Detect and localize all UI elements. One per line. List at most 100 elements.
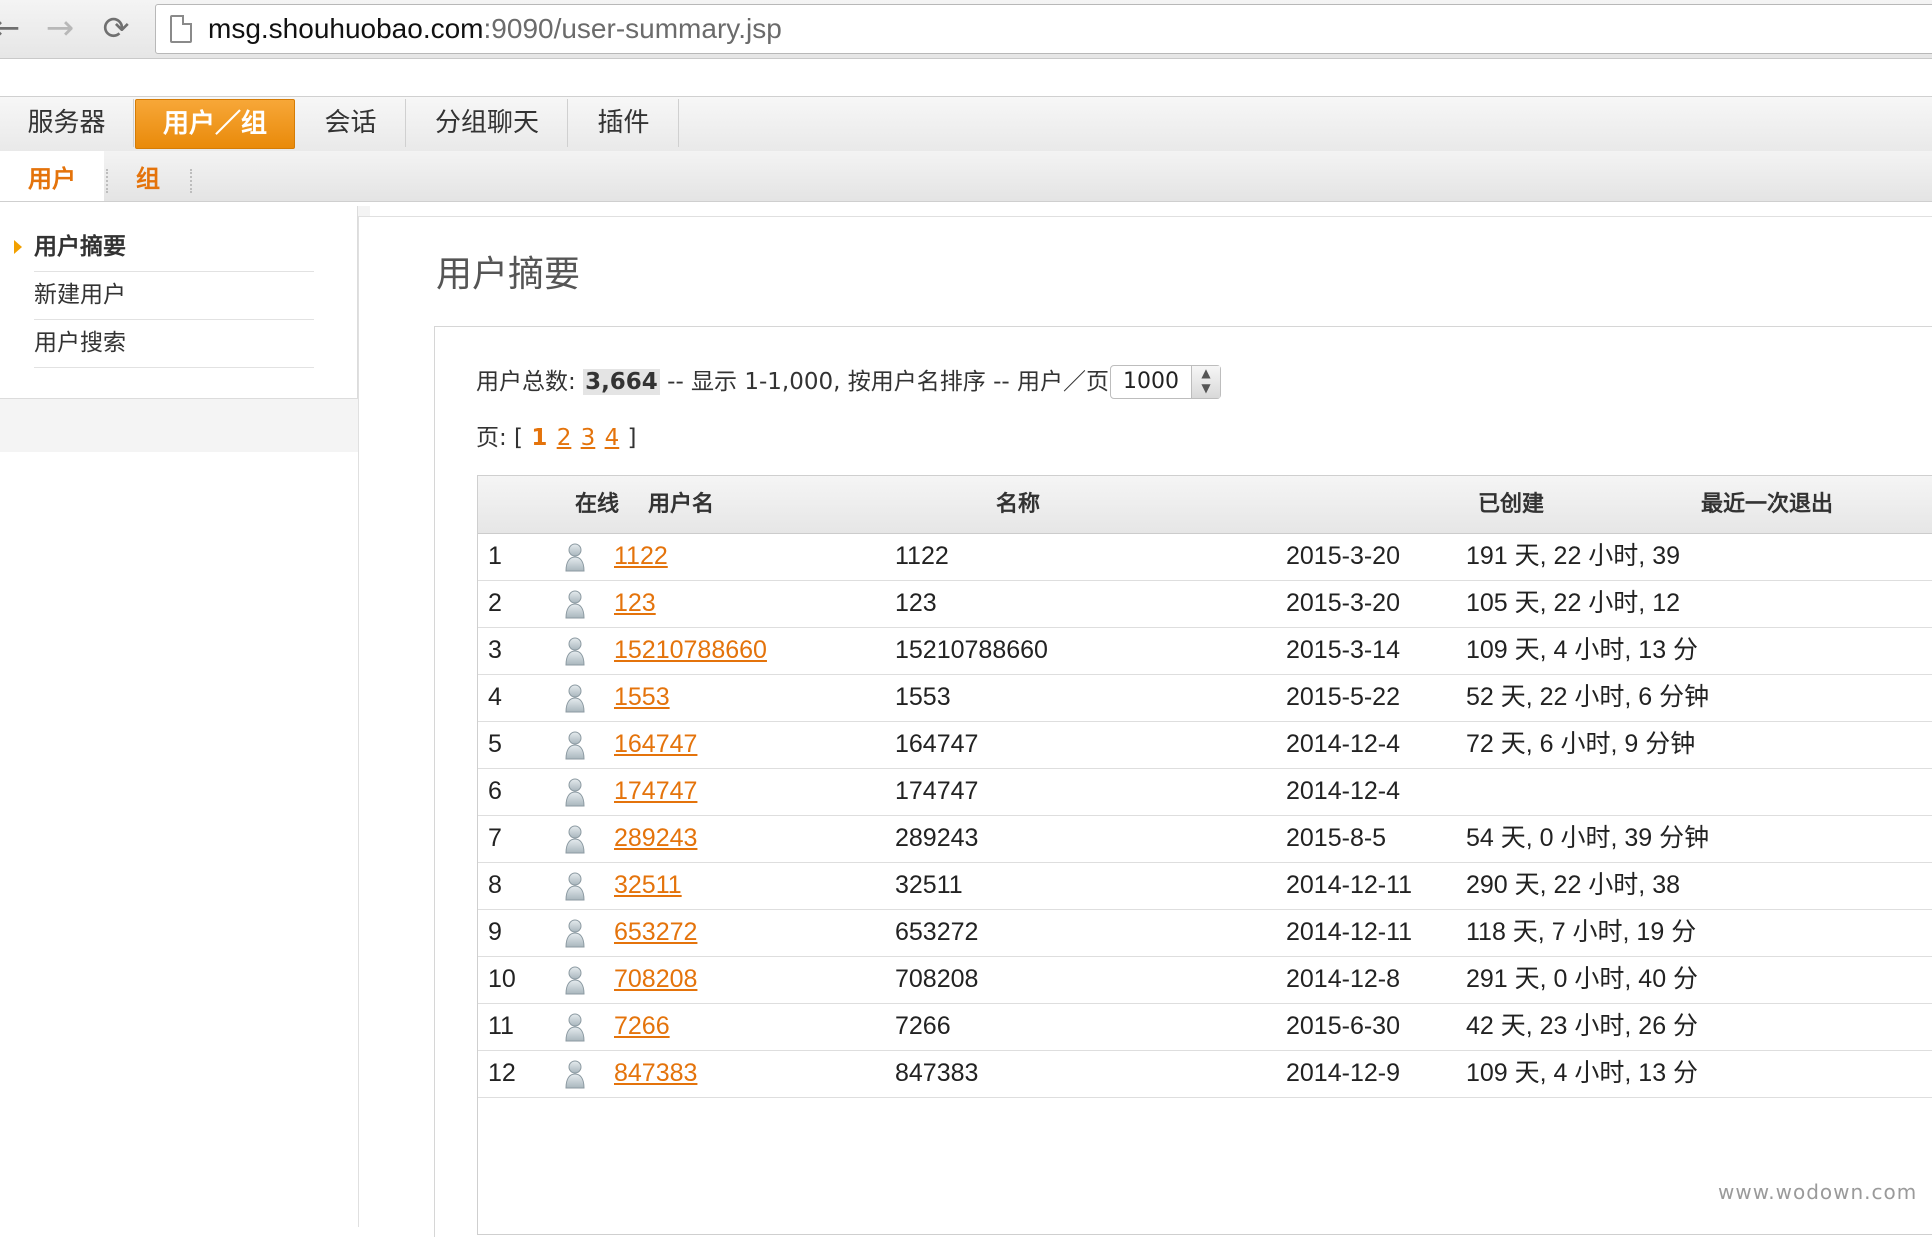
offline-user-icon bbox=[564, 589, 586, 619]
username-link[interactable]: 174747 bbox=[614, 768, 697, 815]
created-date: 2015-3-20 bbox=[1286, 542, 1400, 570]
row-number: 1 bbox=[488, 542, 502, 570]
last-logout: 109 天, 4 小时, 13 分 bbox=[1466, 636, 1699, 664]
row-number: 2 bbox=[488, 589, 502, 617]
url-text[interactable]: msg.shouhuobao.com:9090/user-summary.jsp bbox=[208, 5, 782, 53]
tab-server[interactable]: 服务器 bbox=[0, 99, 134, 147]
username-link[interactable]: 1122 bbox=[614, 533, 668, 580]
pager-close: ] bbox=[627, 425, 637, 451]
sidebar-item-user-summary[interactable]: 用户摘要 bbox=[34, 224, 314, 272]
row-number: 12 bbox=[488, 1059, 516, 1087]
table-row: 2 123 123 2015-3-20 105 天, 22 小时, 12 bbox=[478, 580, 1932, 628]
created-date: 2014-12-4 bbox=[1286, 730, 1400, 758]
created-date: 2015-6-30 bbox=[1286, 1012, 1400, 1040]
subtab-groups[interactable]: 组 bbox=[112, 151, 184, 201]
last-logout: 290 天, 22 小时, 38 bbox=[1466, 871, 1681, 899]
page-link-4[interactable]: 4 bbox=[605, 425, 620, 451]
username-link[interactable]: 15210788660 bbox=[614, 627, 767, 674]
subtab-divider bbox=[190, 169, 192, 193]
page-link-2[interactable]: 2 bbox=[557, 425, 572, 451]
offline-user-icon bbox=[564, 965, 586, 995]
tab-users-groups[interactable]: 用户／组 bbox=[135, 99, 295, 149]
summary-prefix: 用户总数: bbox=[476, 369, 576, 395]
offline-user-icon bbox=[564, 918, 586, 948]
tab-group-chat[interactable]: 分组聊天 bbox=[407, 99, 568, 147]
header-username[interactable]: 用户名 bbox=[648, 476, 714, 533]
offline-user-icon bbox=[564, 542, 586, 572]
created-date: 2015-3-20 bbox=[1286, 589, 1400, 617]
last-logout: 42 天, 23 小时, 26 分 bbox=[1466, 1012, 1699, 1040]
reload-icon[interactable]: ⟳ bbox=[96, 8, 136, 48]
offline-user-icon bbox=[564, 1059, 586, 1089]
stepper-arrows-icon[interactable]: ▲ ▼ bbox=[1191, 366, 1220, 398]
username-link[interactable]: 847383 bbox=[614, 1050, 697, 1097]
sub-tab-bar: 用户 组 bbox=[0, 151, 1932, 202]
username-link[interactable]: 289243 bbox=[614, 815, 697, 862]
last-logout: 52 天, 22 小时, 6 分钟 bbox=[1466, 683, 1710, 711]
row-number: 9 bbox=[488, 918, 502, 946]
subtab-users[interactable]: 用户 bbox=[0, 151, 104, 201]
tab-plugins[interactable]: 插件 bbox=[569, 99, 679, 147]
user-display-name: 15210788660 bbox=[895, 636, 1048, 664]
table-row: 12 847383 847383 2014-12-9 109 天, 4 小时, 13 分 bbox=[478, 1050, 1932, 1098]
header-last-logout[interactable]: 最近一次退出 bbox=[1701, 476, 1833, 533]
last-logout: 118 天, 7 小时, 19 分 bbox=[1466, 918, 1697, 946]
row-number: 5 bbox=[488, 730, 502, 758]
row-number: 6 bbox=[488, 777, 502, 805]
row-number: 7 bbox=[488, 824, 502, 852]
users-table: 在线 用户名 名称 已创建 最近一次退出 1 1122 1122 2015-3-20 1… bbox=[477, 475, 1932, 1235]
last-logout: 109 天, 4 小时, 13 分 bbox=[1466, 1059, 1699, 1087]
created-date: 2014-12-11 bbox=[1286, 871, 1413, 899]
created-date: 2015-8-5 bbox=[1286, 824, 1387, 852]
user-display-name: 123 bbox=[895, 589, 937, 617]
users-per-page-select[interactable]: 1000 ▲ ▼ bbox=[1110, 365, 1221, 399]
sidebar-item-new-user[interactable]: 新建用户 bbox=[34, 272, 314, 320]
table-row: 6 174747 174747 2014-12-4 bbox=[478, 768, 1932, 816]
last-logout: 191 天, 22 小时, 39 bbox=[1466, 542, 1681, 570]
subtab-divider bbox=[106, 169, 108, 193]
offline-user-icon bbox=[564, 824, 586, 854]
forward-arrow-icon[interactable]: → bbox=[40, 8, 80, 48]
table-row: 10 708208 708208 2014-12-8 291 天, 0 小时, 40 分 bbox=[478, 956, 1932, 1004]
table-row: 5 164747 164747 2014-12-4 72 天, 6 小时, 9 分钟 bbox=[478, 721, 1932, 769]
row-number: 10 bbox=[488, 965, 516, 993]
address-bar[interactable]: msg.shouhuobao.com:9090/user-summary.jsp bbox=[155, 4, 1932, 54]
offline-user-icon bbox=[564, 730, 586, 760]
watermark: www.wodown.com bbox=[1718, 1180, 1918, 1204]
page-link-1[interactable]: 1 bbox=[531, 425, 547, 451]
offline-user-icon bbox=[564, 1012, 586, 1042]
username-link[interactable]: 164747 bbox=[614, 721, 697, 768]
user-display-name: 174747 bbox=[895, 777, 979, 805]
last-logout: 72 天, 6 小时, 9 分钟 bbox=[1466, 730, 1696, 758]
username-link[interactable]: 123 bbox=[614, 580, 656, 627]
row-number: 4 bbox=[488, 683, 502, 711]
table-row: 1 1122 1122 2015-3-20 191 天, 22 小时, 39 bbox=[478, 533, 1932, 581]
header-name[interactable]: 名称 bbox=[996, 476, 1040, 533]
last-logout: 105 天, 22 小时, 12 bbox=[1466, 589, 1681, 617]
back-arrow-icon[interactable]: ← bbox=[0, 8, 26, 48]
page-title: 用户摘要 bbox=[436, 254, 581, 295]
row-number: 8 bbox=[488, 871, 502, 899]
tab-sessions[interactable]: 会话 bbox=[296, 99, 406, 147]
username-link[interactable]: 1553 bbox=[614, 674, 670, 721]
username-link[interactable]: 708208 bbox=[614, 956, 697, 1003]
username-link[interactable]: 653272 bbox=[614, 909, 697, 956]
created-date: 2014-12-8 bbox=[1286, 965, 1400, 993]
user-summary-line: 用户总数: 3,664 -- 显示 1-1,000, 按用户名排序 -- 用户／… bbox=[476, 366, 1117, 398]
sidebar-item-user-search[interactable]: 用户搜索 bbox=[34, 320, 314, 368]
header-online: 在线 bbox=[575, 492, 620, 517]
created-date: 2015-3-14 bbox=[1286, 636, 1400, 664]
username-link[interactable]: 32511 bbox=[614, 862, 682, 909]
header-created[interactable]: 已创建 bbox=[1478, 476, 1544, 533]
username-link[interactable]: 7266 bbox=[614, 1003, 670, 1050]
row-number: 3 bbox=[488, 636, 502, 664]
created-date: 2015-5-22 bbox=[1286, 683, 1400, 711]
user-display-name: 164747 bbox=[895, 730, 979, 758]
pager-label: 页: [ bbox=[476, 425, 524, 451]
created-date: 2014-12-11 bbox=[1286, 918, 1413, 946]
table-row: 9 653272 653272 2014-12-11 118 天, 7 小时, 19 分 bbox=[478, 909, 1932, 957]
page-link-3[interactable]: 3 bbox=[581, 425, 596, 451]
last-logout: 54 天, 0 小时, 39 分钟 bbox=[1466, 824, 1710, 852]
url-host: msg.shouhuobao.com bbox=[208, 13, 484, 44]
user-display-name: 289243 bbox=[895, 824, 979, 852]
